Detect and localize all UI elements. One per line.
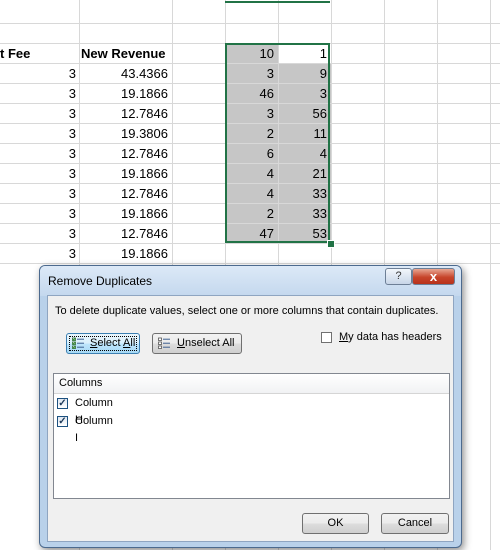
columns-list-header: Columns: [54, 374, 449, 394]
fee-cell[interactable]: 3: [0, 104, 80, 124]
dialog-body: To delete duplicate values, select one o…: [47, 295, 454, 542]
col-i-cell[interactable]: 3: [279, 84, 331, 103]
unselect-all-button[interactable]: Unselect All: [152, 333, 242, 354]
close-button[interactable]: x: [412, 268, 455, 285]
select-all-icon: [72, 337, 84, 349]
fee-cell[interactable]: 3: [0, 164, 80, 184]
col-i-cell[interactable]: 21: [279, 164, 331, 183]
col-h-cell[interactable]: 6: [226, 144, 278, 163]
col-h-cell[interactable]: 2: [226, 124, 278, 143]
header-cell-revenue[interactable]: New Revenue: [81, 44, 173, 64]
grid-line: [0, 23, 500, 24]
unselect-all-icon: [158, 337, 170, 349]
cancel-button[interactable]: Cancel: [381, 513, 449, 534]
col-i-cell[interactable]: 33: [279, 204, 331, 223]
col-i-cell[interactable]: 4: [279, 144, 331, 163]
fee-cell[interactable]: 3: [0, 144, 80, 164]
revenue-cell[interactable]: 19.1866: [80, 84, 172, 104]
revenue-cell[interactable]: 19.1866: [80, 204, 172, 224]
col-i-cell[interactable]: 53: [279, 224, 331, 243]
fill-handle[interactable]: [327, 240, 335, 248]
close-icon: x: [429, 269, 438, 284]
col-h-cell[interactable]: 4: [226, 184, 278, 203]
help-icon: ?: [395, 270, 402, 282]
unselect-all-label: Unselect All: [177, 337, 235, 349]
col-h-cell[interactable]: 3: [226, 104, 278, 123]
col-i-cell[interactable]: 33: [279, 184, 331, 203]
dialog-title-bar[interactable]: Remove Duplicates ? x: [40, 266, 461, 296]
fee-cell[interactable]: 3: [0, 124, 80, 144]
remove-duplicates-dialog: Remove Duplicates ? x To delete duplicat…: [39, 265, 462, 548]
column-i-label: Column I: [75, 415, 113, 444]
revenue-cell[interactable]: 12.7846: [80, 144, 172, 164]
selection-border-top: [225, 0, 330, 3]
columns-list[interactable]: Columns ✓ Column H ✓ Column I: [53, 373, 450, 499]
help-button[interactable]: ?: [385, 268, 412, 285]
fee-cell[interactable]: 3: [0, 244, 80, 264]
col-h-cell[interactable]: 2: [226, 204, 278, 223]
col-i-cell[interactable]: 56: [279, 104, 331, 123]
my-data-has-headers-label[interactable]: My data has headers: [339, 331, 442, 343]
col-h-cell[interactable]: 4: [226, 164, 278, 183]
col-i-cell[interactable]: 11: [279, 124, 331, 143]
revenue-cell[interactable]: 43.4366: [80, 64, 172, 84]
instruction-text: To delete duplicate values, select one o…: [55, 305, 439, 317]
revenue-cell[interactable]: 19.1866: [80, 164, 172, 184]
col-i-cell-active[interactable]: 1: [279, 44, 331, 63]
col-i-cell[interactable]: 9: [279, 64, 331, 83]
select-all-label: Select All: [90, 337, 136, 349]
col-h-cell[interactable]: 3: [226, 64, 278, 83]
ok-button[interactable]: OK: [302, 513, 369, 534]
revenue-cell[interactable]: 12.7846: [80, 104, 172, 124]
revenue-cell[interactable]: 19.1866: [80, 244, 172, 264]
dialog-title: Remove Duplicates: [48, 274, 153, 288]
fee-cell[interactable]: 3: [0, 84, 80, 104]
column-i-checkbox[interactable]: ✓: [57, 416, 68, 427]
column-h-checkbox[interactable]: ✓: [57, 398, 68, 409]
fee-cell[interactable]: 3: [0, 224, 80, 244]
revenue-cell[interactable]: 12.7846: [80, 184, 172, 204]
revenue-cell[interactable]: 19.3806: [80, 124, 172, 144]
col-h-cell[interactable]: 10: [226, 44, 278, 63]
fee-cell[interactable]: 3: [0, 204, 80, 224]
header-cell-fee[interactable]: t Fee: [0, 44, 79, 64]
my-data-has-headers-checkbox[interactable]: [321, 332, 332, 343]
col-h-cell[interactable]: 47: [226, 224, 278, 243]
col-h-cell[interactable]: 46: [226, 84, 278, 103]
fee-cell[interactable]: 3: [0, 184, 80, 204]
select-all-button[interactable]: Select All: [66, 333, 140, 354]
revenue-cell[interactable]: 12.7846: [80, 224, 172, 244]
fee-cell[interactable]: 3: [0, 64, 80, 84]
